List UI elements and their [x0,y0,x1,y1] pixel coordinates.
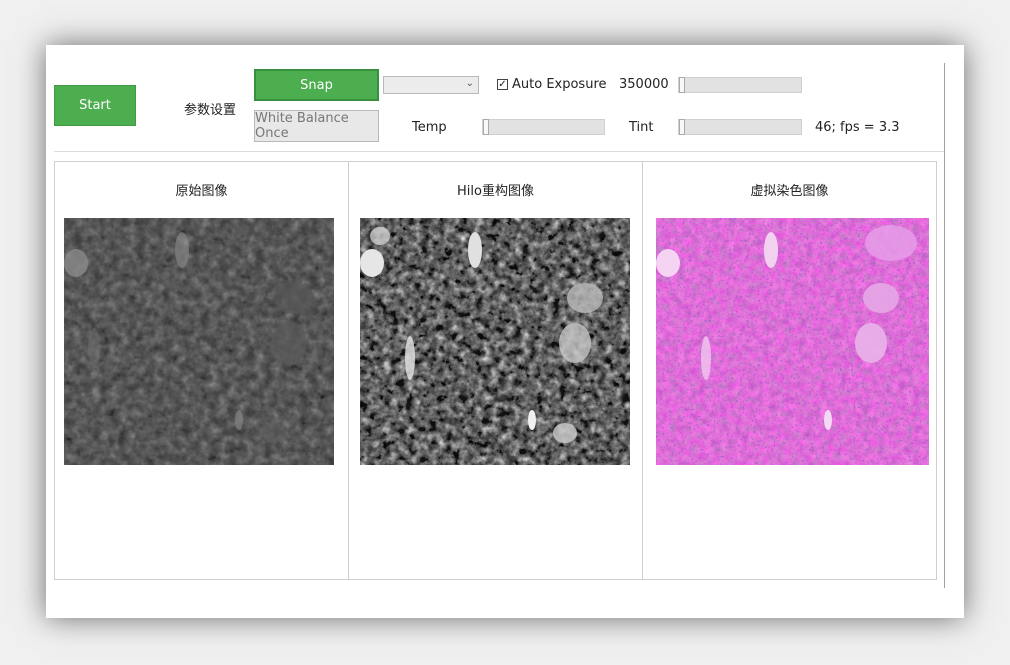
hilo-image [360,218,630,465]
exposure-value: 350000 [619,77,669,92]
auto-exposure-checkbox[interactable]: ✓ [497,79,508,90]
hilo-image-panel: Hilo重构图像 [348,161,643,580]
fps-status: 46; fps = 3.3 [815,120,900,135]
virtual-stain-panel: 虚拟染色图像 [642,161,937,580]
app-window: Start 参数设置 Snap ⌄ ✓ Auto Exposure 350000… [46,45,964,618]
tint-slider-thumb[interactable] [679,119,685,135]
white-balance-once-button[interactable]: White Balance Once [254,110,379,142]
hilo-image-title: Hilo重构图像 [457,184,534,199]
virtual-stain-image [656,218,929,465]
exposure-slider-thumb[interactable] [679,77,685,93]
auto-exposure-label: Auto Exposure [512,77,607,92]
start-button[interactable]: Start [54,85,136,126]
snap-button[interactable]: Snap [254,69,379,101]
temp-label: Temp [412,120,447,135]
toolbar-divider [54,151,944,152]
tint-slider[interactable] [678,119,802,135]
exposure-slider[interactable] [678,77,802,93]
chevron-down-icon: ⌄ [465,78,474,89]
window-edge-line [944,63,945,588]
raw-image-title: 原始图像 [175,184,228,199]
raw-image [64,218,334,465]
params-settings-label: 参数设置 [184,103,237,118]
raw-image-panel: 原始图像 [54,161,349,580]
virtual-stain-title: 虚拟染色图像 [750,184,829,199]
temp-slider[interactable] [482,119,605,135]
tint-label: Tint [629,120,654,135]
temp-slider-thumb[interactable] [483,119,489,135]
resolution-select[interactable]: ⌄ [383,76,479,94]
